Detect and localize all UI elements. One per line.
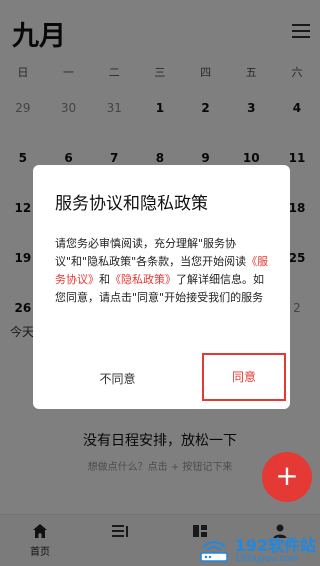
dialog-title: 服务协议和隐私政策 [55,194,208,214]
router-logo-icon [197,539,231,563]
agree-button[interactable]: 同意 [202,353,286,401]
watermark-text-group: 192软件站 192luyou.com [234,536,316,565]
dialog-body: 请您务必审慎阅读，充分理解"服务协议"和"隐私政策"各条款，当您开始阅读《服务协… [55,235,273,307]
dialog-body-text: 请您务必审慎阅读，充分理解"服务协议"和"隐私政策"各条款，当您开始阅读 [55,237,247,268]
disagree-button[interactable]: 不同意 [33,353,202,405]
privacy-dialog: 服务协议和隐私政策 请您务必审慎阅读，充分理解"服务协议"和"隐私政策"各条款，… [33,165,290,409]
add-event-button[interactable]: + [262,452,312,502]
dialog-actions: 不同意 同意 [33,353,290,405]
dialog-and-text: 和 [99,273,110,286]
watermark-text: 192软件站 [234,536,316,555]
watermark-url: 192luyou.com [234,554,299,564]
site-watermark: 192软件站 192luyou.com [197,538,316,564]
privacy-policy-link[interactable]: 《隐私政策》 [110,273,176,286]
